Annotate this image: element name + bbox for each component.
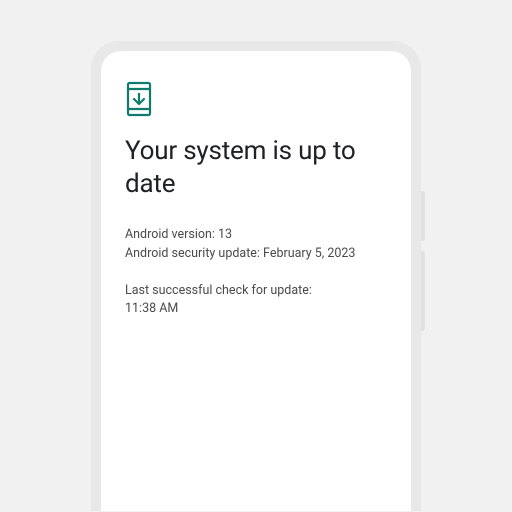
last-check-info: Last successful check for update: 11:38 … <box>125 282 387 320</box>
version-info: Android version: 13 Android security upd… <box>125 226 387 264</box>
phone-side-button <box>421 191 425 241</box>
update-icon <box>125 81 387 117</box>
screen: Your system is up to date Android versio… <box>101 51 411 511</box>
last-check-time: 11:38 AM <box>125 300 387 319</box>
page-title: Your system is up to date <box>125 135 387 200</box>
security-update-text: Android security update: February 5, 202… <box>125 245 387 264</box>
phone-side-button <box>421 251 425 331</box>
android-version-text: Android version: 13 <box>125 226 387 245</box>
last-check-label: Last successful check for update: <box>125 282 387 301</box>
phone-frame: Your system is up to date Android versio… <box>91 41 421 511</box>
